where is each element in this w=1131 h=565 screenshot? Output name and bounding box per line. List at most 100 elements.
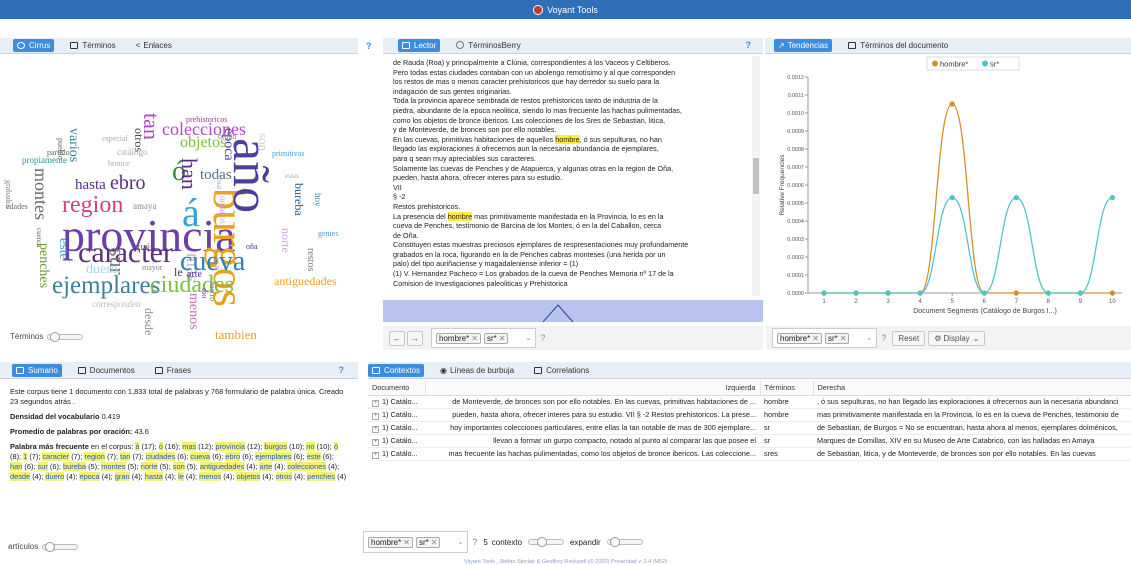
cloud-word[interactable]: duero: [86, 263, 118, 277]
table-row[interactable]: +1) Catálo... llevan a formar un gurpo co…: [368, 434, 1131, 448]
chevron-down-icon[interactable]: ⌄: [866, 334, 872, 342]
data-point[interactable]: [917, 290, 923, 296]
frequent-word[interactable]: gran: [114, 472, 130, 481]
remove-tag-icon[interactable]: ✕: [499, 334, 506, 343]
frequent-word[interactable]: colecciones: [287, 462, 327, 471]
column-header[interactable]: Términos: [760, 381, 814, 396]
slider-knob[interactable]: [537, 537, 548, 547]
expand-row-icon[interactable]: +: [372, 425, 379, 433]
remove-tag-icon[interactable]: ✕: [471, 334, 478, 343]
data-point[interactable]: [1045, 290, 1051, 296]
legend-swatch[interactable]: [932, 60, 938, 67]
cloud-word[interactable]: oña: [246, 243, 258, 251]
expand-slider[interactable]: [606, 537, 643, 547]
tab-documents[interactable]: Documentos: [74, 364, 139, 377]
data-point[interactable]: [981, 290, 987, 296]
frequent-word[interactable]: este: [306, 452, 321, 461]
remove-tag-icon[interactable]: ✕: [431, 538, 438, 547]
term-tag[interactable]: hombre* ✕: [436, 332, 481, 344]
cloud-word[interactable]: gentes: [318, 230, 338, 238]
frequent-word[interactable]: duero: [45, 472, 65, 481]
term-tag[interactable]: sr* ✕: [415, 536, 441, 548]
cloud-word[interactable]: gran: [213, 258, 221, 270]
cloud-word[interactable]: corresponden: [92, 300, 140, 309]
cloud-word[interactable]: montes: [31, 168, 51, 220]
cloud-word[interactable]: hierro: [208, 282, 217, 301]
table-row[interactable]: +1) Catálo... hoy importantes colecciones…: [368, 421, 1131, 435]
frequent-word[interactable]: desde: [10, 472, 31, 481]
expand-row-icon[interactable]: +: [372, 399, 379, 407]
tab-summary[interactable]: Sumario: [12, 363, 62, 377]
highlighted-term[interactable]: hombre: [555, 134, 580, 144]
frequent-word[interactable]: hasta: [144, 472, 163, 481]
cloud-word[interactable]: orden: [218, 133, 236, 141]
cloud-word[interactable]: pueblo: [56, 138, 65, 160]
cloud-word[interactable]: catálogo: [117, 148, 148, 157]
cloud-word[interactable]: le: [174, 266, 183, 278]
slider-knob[interactable]: [609, 537, 620, 547]
frequent-word[interactable]: ó: [333, 442, 338, 451]
chevron-down-icon[interactable]: ⌄: [457, 538, 463, 546]
cloud-word[interactable]: han: [177, 158, 202, 190]
tab-contexts[interactable]: Contextos: [368, 363, 425, 377]
cloud-word[interactable]: fué: [137, 243, 150, 253]
frequent-word[interactable]: objetos: [236, 472, 261, 481]
cloud-word[interactable]: estas: [285, 173, 299, 180]
data-point[interactable]: [1077, 290, 1083, 296]
cloud-word[interactable]: primitivas: [272, 150, 304, 158]
next-button[interactable]: →: [407, 330, 423, 346]
context-slider[interactable]: [528, 537, 565, 547]
tab-bubblelines[interactable]: ◉ Líneas de burbuja: [436, 364, 518, 377]
frequent-word[interactable]: han: [10, 462, 23, 471]
frequent-word[interactable]: tan: [120, 452, 131, 461]
reader-term-box[interactable]: hombre* ✕ sr* ✕ ⌄: [431, 328, 537, 348]
cloud-word[interactable]: dio: [200, 288, 209, 298]
help-icon-terms[interactable]: ?: [540, 333, 545, 343]
cloud-word[interactable]: hasta: [75, 178, 106, 193]
articles-slider[interactable]: [42, 541, 79, 552]
cloud-word[interactable]: actual: [215, 173, 223, 190]
tab-reader[interactable]: Lector: [398, 38, 441, 52]
cloud-word[interactable]: antiguedades: [274, 275, 337, 287]
tab-sentences[interactable]: Frases: [151, 364, 195, 377]
table-row[interactable]: +1) Catálo... mas frecuente las hachas pu…: [368, 447, 1131, 461]
cloud-word[interactable]: cuenca: [35, 228, 43, 247]
contexts-term-box[interactable]: hombre* ✕ sr* ✕ ⌄: [363, 531, 469, 553]
tab-trends[interactable]: ↗ Tendencias: [774, 38, 833, 52]
column-header[interactable]: Documento: [368, 381, 426, 396]
cloud-word[interactable]: restos: [305, 248, 316, 271]
cloud-word[interactable]: ebro: [110, 173, 146, 193]
column-header[interactable]: Derecha: [813, 381, 1131, 396]
frequent-word[interactable]: bureba: [63, 462, 87, 471]
frequent-word[interactable]: antiguedades: [199, 462, 245, 471]
data-point[interactable]: [853, 290, 859, 296]
frequent-word[interactable]: norte: [140, 462, 158, 471]
legend-swatch[interactable]: [982, 60, 988, 67]
frequent-word[interactable]: caracter: [42, 452, 70, 461]
frequent-word[interactable]: arte: [259, 462, 273, 471]
expand-row-icon[interactable]: +: [372, 438, 379, 446]
legend-label[interactable]: hombre*: [940, 60, 968, 69]
reset-button[interactable]: Reset: [892, 330, 926, 346]
cloud-word[interactable]: bureba: [292, 183, 306, 216]
help-icon-summary[interactable]: ?: [339, 365, 345, 375]
cloud-word[interactable]: norte: [279, 228, 293, 253]
frequent-word[interactable]: ebro: [225, 452, 241, 461]
data-point[interactable]: [1109, 195, 1115, 201]
highlighted-term[interactable]: hombre: [447, 211, 473, 221]
frequent-word[interactable]: cueva: [190, 452, 211, 461]
cloud-word[interactable]: grabados: [4, 180, 13, 209]
term-tag[interactable]: sr* ✕: [483, 332, 509, 344]
tab-termsberry[interactable]: TérminosBerry: [452, 39, 524, 52]
trends-term-box[interactable]: hombre* ✕ sr* ✕ ⌄: [772, 328, 878, 348]
cloud-word[interactable]: varios: [66, 128, 81, 162]
cloud-word[interactable]: prehistoricos: [186, 116, 227, 124]
frequent-word[interactable]: ejemplares: [255, 452, 292, 461]
cloud-word[interactable]: este: [56, 238, 71, 260]
help-icon-reader[interactable]: ?: [746, 40, 752, 50]
cloud-word[interactable]: arte: [187, 270, 202, 280]
data-point[interactable]: [821, 290, 827, 296]
tab-cirrus[interactable]: Cirrus: [13, 38, 55, 52]
frequent-word[interactable]: penches: [307, 472, 336, 481]
cloud-word[interactable]: romanos: [218, 193, 228, 224]
